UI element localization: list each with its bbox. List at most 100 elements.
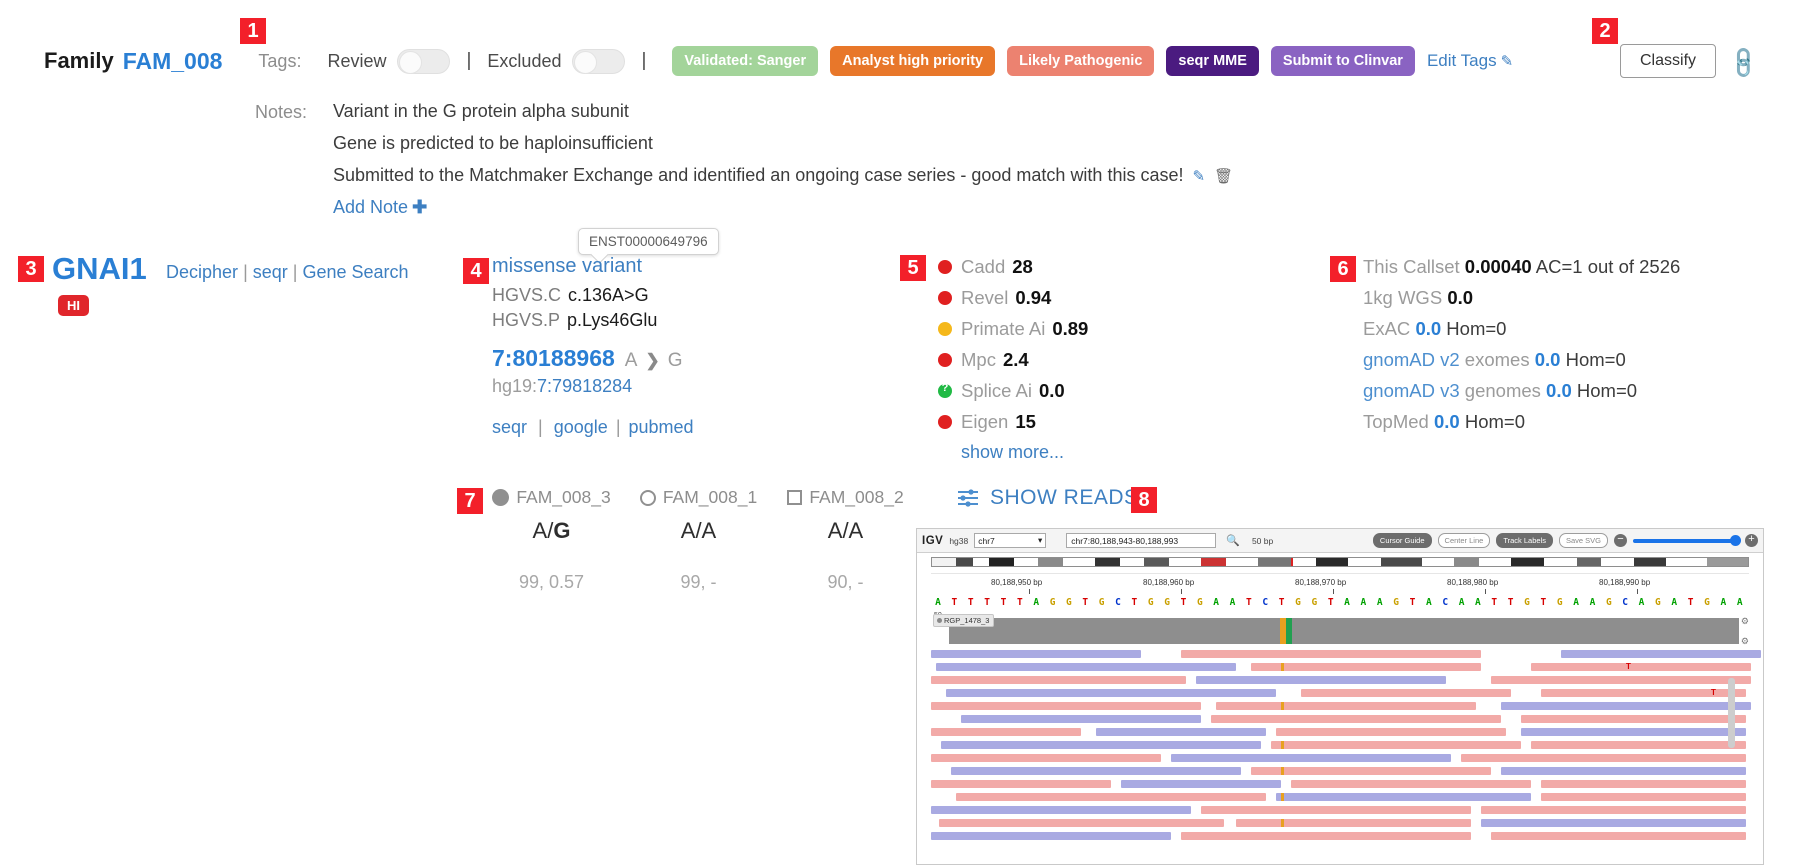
- toggle-review[interactable]: Review: [327, 48, 451, 74]
- gear-icon[interactable]: ⚙: [1741, 636, 1749, 647]
- plus-circle-icon[interactable]: +: [1745, 534, 1758, 547]
- gene-link-decipher[interactable]: Decipher: [166, 262, 238, 282]
- alignment-read[interactable]: [1491, 676, 1751, 684]
- alignment-read[interactable]: [1541, 793, 1746, 801]
- igv-zoom-slider[interactable]: [1633, 534, 1741, 546]
- alignment-read[interactable]: [1541, 780, 1746, 788]
- alignment-read[interactable]: [931, 676, 1186, 684]
- igv-center-line-button[interactable]: Center Line: [1437, 533, 1491, 548]
- add-note-button[interactable]: Add Note ✚: [333, 197, 1233, 218]
- alignment-read[interactable]: [931, 728, 1081, 736]
- alignment-read[interactable]: [1521, 715, 1746, 723]
- gene-link-gene-search[interactable]: Gene Search: [303, 262, 409, 282]
- alignment-read[interactable]: [1481, 806, 1746, 814]
- alignment-read[interactable]: [1521, 728, 1746, 736]
- alignment-read[interactable]: [1236, 819, 1471, 827]
- igv-alignment-track[interactable]: 50 RGP_1478_3 TT ⚙ ⚙: [931, 612, 1761, 857]
- alignment-read[interactable]: [1251, 767, 1491, 775]
- alignment-read[interactable]: [1501, 767, 1746, 775]
- alignment-read[interactable]: [1531, 663, 1751, 671]
- population-af: 0.00040: [1464, 256, 1532, 277]
- alignment-read[interactable]: [1196, 676, 1446, 684]
- alignment-read[interactable]: [931, 754, 1161, 762]
- tag-pill-analyst-priority[interactable]: Analyst high priority: [830, 46, 996, 76]
- alignment-read[interactable]: [1251, 663, 1481, 671]
- igv-track-label[interactable]: RGP_1478_3: [933, 614, 995, 627]
- hg19-position[interactable]: 7:79818284: [537, 376, 632, 396]
- alignment-read[interactable]: [936, 663, 1236, 671]
- link-google[interactable]: google: [554, 417, 608, 437]
- sample-name[interactable]: FAM_008_2: [809, 487, 903, 508]
- gear-icon[interactable]: ⚙: [1741, 616, 1749, 627]
- minus-circle-icon[interactable]: −: [1614, 534, 1627, 547]
- population-link[interactable]: gnomAD v3: [1363, 380, 1460, 401]
- toggle-review-switch[interactable]: [397, 48, 451, 74]
- alignment-read[interactable]: [1531, 741, 1746, 749]
- variant-position[interactable]: 7:80188968: [492, 345, 615, 371]
- alignment-read[interactable]: [1276, 728, 1506, 736]
- igv-panel[interactable]: IGV hg38 chr7 ▾ chr7:80,188,943-80,188,9…: [916, 528, 1764, 865]
- population-link[interactable]: gnomAD v2: [1363, 349, 1460, 370]
- gene-name[interactable]: GNAI1: [52, 251, 147, 287]
- igv-vertical-scrollbar[interactable]: [1728, 678, 1735, 748]
- alignment-read[interactable]: [1271, 741, 1521, 749]
- igv-locus-input[interactable]: chr7:80,188,943-80,188,993: [1066, 533, 1217, 548]
- alignment-read[interactable]: [951, 767, 1241, 775]
- alignment-read[interactable]: [1501, 702, 1751, 710]
- link-pubmed[interactable]: pubmed: [629, 417, 694, 437]
- link-icon[interactable]: 🔗: [1725, 44, 1763, 82]
- classify-button[interactable]: Classify: [1620, 44, 1717, 78]
- tag-pill-seqr-mme[interactable]: seqr MME: [1166, 46, 1259, 76]
- alignment-read[interactable]: [931, 832, 1171, 840]
- alignment-read[interactable]: [946, 689, 1276, 697]
- igv-track-labels-button[interactable]: Track Labels: [1496, 533, 1553, 548]
- show-reads-button[interactable]: SHOW READS: [957, 486, 1139, 510]
- tag-pill-validated[interactable]: Validated: Sanger: [672, 46, 819, 76]
- alignment-read[interactable]: [931, 806, 1191, 814]
- alignment-read[interactable]: [1291, 780, 1531, 788]
- alignment-read[interactable]: [1171, 754, 1451, 762]
- toggle-excluded[interactable]: Excluded: [487, 48, 626, 74]
- alignment-read[interactable]: [931, 650, 1141, 658]
- alignment-read[interactable]: [1461, 754, 1746, 762]
- alignment-read[interactable]: [1211, 715, 1501, 723]
- alignment-read[interactable]: [1181, 650, 1481, 658]
- igv-ideogram[interactable]: [917, 553, 1763, 569]
- alignment-read[interactable]: [931, 780, 1111, 788]
- gene-link-seqr[interactable]: seqr: [253, 262, 288, 282]
- alignment-read[interactable]: [1491, 832, 1746, 840]
- alignment-read[interactable]: [1181, 832, 1471, 840]
- tag-pill-likely-pathogenic[interactable]: Likely Pathogenic: [1007, 46, 1155, 76]
- igv-reads[interactable]: TT: [931, 650, 1761, 855]
- family-id-link[interactable]: FAM_008: [123, 48, 223, 75]
- show-more-predictors-link[interactable]: show more...: [961, 442, 1088, 463]
- alignment-read[interactable]: [1481, 819, 1746, 827]
- igv-chromosome-select[interactable]: chr7 ▾: [974, 533, 1047, 548]
- alignment-read[interactable]: [1121, 780, 1281, 788]
- haploinsufficiency-badge[interactable]: HI: [58, 295, 89, 316]
- sample-name[interactable]: FAM_008_1: [663, 487, 757, 508]
- alignment-read[interactable]: [1216, 702, 1476, 710]
- alignment-read[interactable]: [961, 715, 1201, 723]
- alignment-read[interactable]: [1201, 806, 1471, 814]
- igv-save-svg-button[interactable]: Save SVG: [1558, 533, 1608, 548]
- alignment-read[interactable]: [1276, 793, 1531, 801]
- zoom-slider-knob[interactable]: [1730, 534, 1741, 546]
- alignment-read[interactable]: [931, 702, 1201, 710]
- pencil-icon[interactable]: ✎: [1192, 168, 1205, 185]
- edit-tags-button[interactable]: Edit Tags ✎: [1427, 51, 1513, 71]
- trash-icon[interactable]: 🗑: [1214, 168, 1233, 185]
- alignment-read[interactable]: [941, 741, 1261, 749]
- toggle-excluded-switch[interactable]: [572, 48, 626, 74]
- variant-consequence[interactable]: missense variant: [492, 255, 694, 278]
- tag-pill-submit-clinvar[interactable]: Submit to Clinvar: [1270, 46, 1415, 76]
- alignment-read[interactable]: [1301, 689, 1511, 697]
- alignment-read[interactable]: [1561, 650, 1761, 658]
- sample-name[interactable]: FAM_008_3: [516, 487, 610, 508]
- alignment-read[interactable]: [939, 819, 1224, 827]
- alignment-read[interactable]: [956, 793, 1266, 801]
- magnifier-icon[interactable]: 🔍: [1226, 534, 1240, 547]
- alignment-read[interactable]: [1096, 728, 1266, 736]
- igv-cursor-guide-button[interactable]: Cursor Guide: [1372, 533, 1432, 548]
- link-seqr[interactable]: seqr: [492, 417, 527, 437]
